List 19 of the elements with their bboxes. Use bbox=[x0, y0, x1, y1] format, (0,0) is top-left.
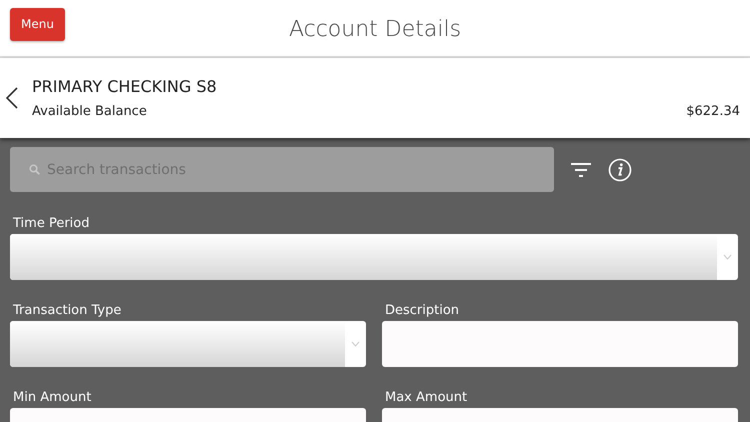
field-label: Transaction Type bbox=[13, 303, 122, 318]
filter-icon[interactable] bbox=[570, 162, 592, 178]
info-icon[interactable] bbox=[608, 158, 632, 182]
balance-label: Available Balance bbox=[32, 104, 147, 119]
dropdown-field[interactable] bbox=[10, 321, 366, 367]
back-icon[interactable] bbox=[6, 87, 18, 109]
field-label: Time Period bbox=[13, 216, 90, 231]
page-title: Account Details bbox=[288, 17, 462, 42]
field-label: Max Amount bbox=[385, 390, 468, 405]
input-field[interactable] bbox=[382, 321, 738, 367]
balance-amount: $622.34 bbox=[686, 104, 740, 119]
caret-icon bbox=[351, 341, 360, 347]
field-label: Min Amount bbox=[13, 390, 92, 405]
field-label: Description bbox=[385, 303, 460, 318]
search-icon bbox=[29, 164, 40, 175]
dropdown-field[interactable] bbox=[10, 234, 738, 280]
menu-button[interactable]: Menu bbox=[10, 8, 65, 40]
account-name: PRIMARY CHECKING S8 bbox=[32, 77, 218, 96]
caret-icon bbox=[723, 254, 732, 260]
